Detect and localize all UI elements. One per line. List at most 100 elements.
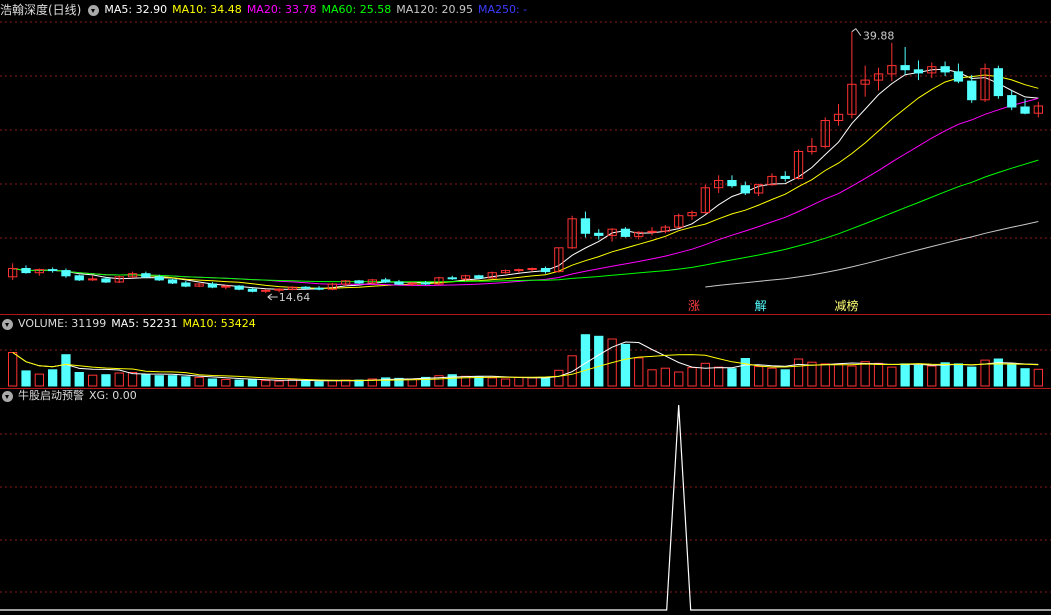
volume-bar	[167, 375, 178, 387]
volume-bar	[514, 376, 524, 387]
volume-bar	[101, 374, 111, 387]
candle-body	[261, 289, 271, 292]
candle-body	[154, 276, 164, 281]
candle-body	[527, 268, 537, 270]
volume-bar	[927, 365, 937, 387]
volume-ma10: MA10: 53424	[182, 317, 256, 330]
signal-xg-value: XG: 0.00	[89, 389, 137, 402]
candle-body	[61, 270, 71, 277]
volume-bar	[274, 380, 284, 387]
candle-body	[21, 268, 31, 274]
candle-body	[314, 287, 324, 290]
volume-bar	[527, 377, 537, 387]
low-arrow	[267, 293, 278, 301]
volume-bar	[474, 376, 484, 387]
volume-bar	[953, 363, 964, 387]
candle-body	[780, 175, 790, 179]
volume-bar	[314, 381, 324, 387]
dropdown-circle-icon[interactable]	[88, 4, 100, 16]
dropdown-circle-icon[interactable]	[2, 390, 13, 402]
volume-bar	[647, 369, 657, 387]
stock-chart[interactable]: 39.88 14.64 涨 解 减榜	[0, 0, 1051, 615]
event-marker-label: 解	[755, 299, 767, 313]
volume-bar	[1007, 364, 1017, 387]
candle-body	[594, 232, 604, 236]
volume-bar	[913, 365, 924, 387]
candle-body	[447, 277, 457, 280]
volume-bar	[700, 362, 711, 387]
volume-bar	[833, 363, 844, 387]
candle-body	[74, 275, 84, 281]
volume-bar	[767, 367, 777, 387]
candle-body	[993, 68, 1004, 97]
volume-bar	[967, 366, 977, 387]
candle-body	[967, 80, 977, 101]
volume-bar	[714, 366, 724, 387]
volume-bar	[567, 355, 577, 387]
candle-body	[207, 283, 218, 288]
volume-bar	[793, 358, 804, 387]
stock-title: 浩翰深度(日线)	[0, 3, 82, 17]
signal-line	[0, 404, 1051, 611]
volume-bar	[8, 352, 18, 387]
volume-bar	[554, 369, 564, 387]
volume-bar	[887, 366, 897, 387]
ma20-line	[12, 97, 1039, 287]
candle-body	[953, 71, 964, 82]
candle-body	[394, 281, 404, 285]
volume-bar	[580, 334, 591, 387]
event-marker-label: 减榜	[835, 298, 859, 313]
candle-body	[514, 269, 524, 272]
volume-bar	[234, 379, 244, 387]
candle-body	[740, 185, 751, 194]
signal-info-bar: 牛股启动预警 XG: 0.00	[0, 388, 137, 404]
volume-bar	[327, 380, 338, 387]
volume-bar	[727, 368, 737, 387]
candle-body	[181, 282, 191, 287]
volume-bar	[1033, 368, 1043, 387]
volume-bar	[754, 366, 764, 387]
volume-bar	[48, 369, 58, 387]
high-price-label: 39.88	[863, 30, 895, 43]
volume-bar	[780, 369, 790, 387]
ma120-line	[705, 221, 1039, 288]
volume-bar	[674, 371, 684, 387]
candle-body	[301, 286, 311, 289]
ma10-value: MA10: 34.48	[172, 3, 242, 16]
candle-body	[1007, 95, 1017, 108]
volume-bar	[687, 367, 697, 387]
volume-bar	[221, 379, 231, 387]
ma5-line	[12, 68, 1039, 290]
candle-body	[540, 268, 551, 273]
volume-bar	[873, 362, 884, 387]
volume-bar	[940, 362, 950, 387]
price-info-bar: 浩翰深度(日线) MA5: 32.90 MA10: 34.48 MA20: 33…	[0, 2, 527, 18]
volume-bar	[34, 373, 45, 387]
volume-bar	[660, 367, 671, 387]
ma250-value: MA250: -	[477, 3, 528, 16]
volume-bar	[207, 378, 218, 387]
candle-body	[474, 275, 484, 279]
volume-bar	[127, 372, 138, 387]
candle-body	[354, 280, 364, 284]
volume-bar	[88, 374, 98, 387]
dropdown-circle-icon[interactable]	[2, 318, 13, 330]
volume-ma5-line	[12, 341, 1039, 382]
candle-body	[1020, 106, 1030, 114]
volume-info-bar: VOLUME: 31199 MA5: 52231 MA10: 53424	[0, 316, 256, 332]
low-price-label: 14.64	[279, 291, 311, 304]
volume-bar	[61, 354, 71, 387]
volume-ma5: MA5: 52231	[111, 317, 178, 330]
volume-bar	[154, 375, 164, 387]
candle-body	[727, 180, 737, 187]
volume-bar	[261, 380, 271, 387]
ma10-line	[12, 74, 1039, 289]
volume-ma10-line	[12, 352, 1039, 381]
volume-bar	[820, 363, 830, 387]
candle-body	[247, 288, 258, 292]
panel-divider-1	[0, 314, 1051, 315]
volume-bar	[447, 374, 457, 387]
volume-bar	[900, 363, 910, 387]
candle-body	[167, 279, 178, 284]
volume-bar	[247, 379, 258, 387]
